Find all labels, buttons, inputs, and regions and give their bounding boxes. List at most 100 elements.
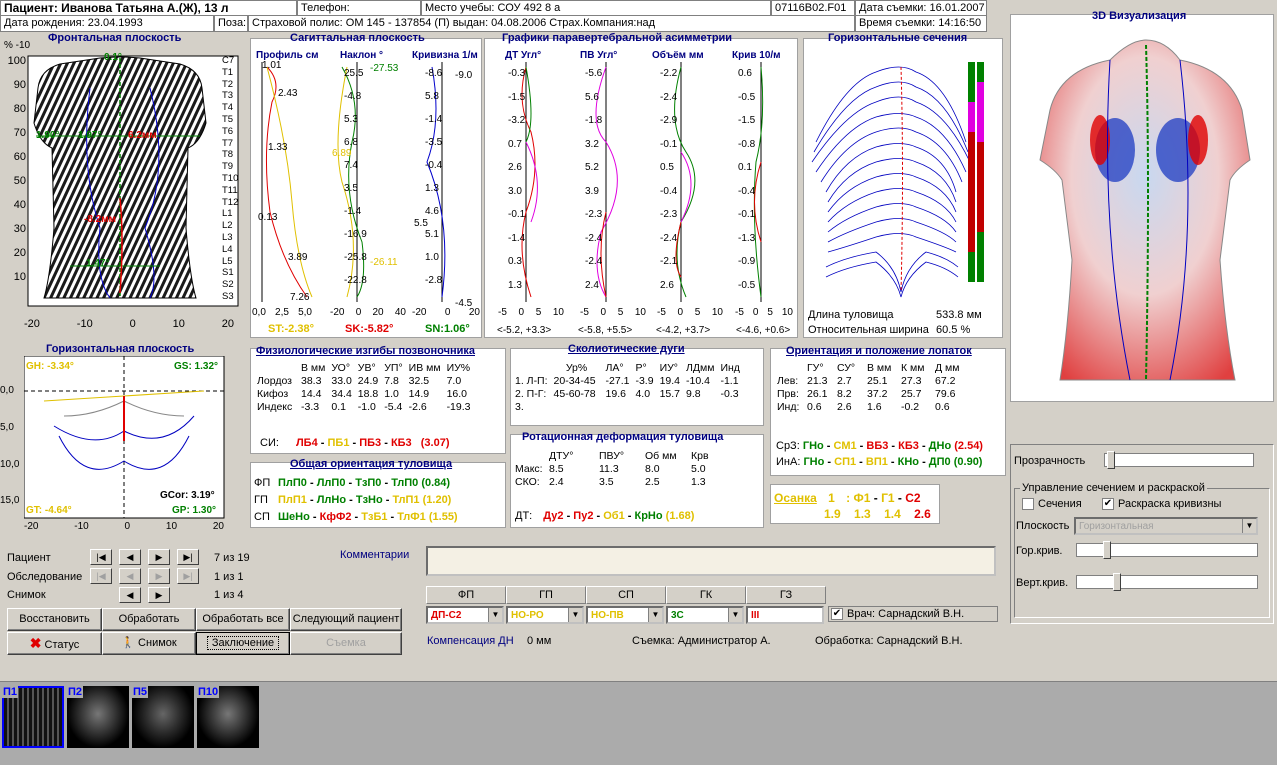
last-exam-button[interactable]: ▶|: [177, 568, 199, 584]
chevron-down-icon[interactable]: ▼: [648, 608, 662, 622]
srz-part: (2.54): [954, 440, 983, 452]
chevron-down-icon[interactable]: ▼: [568, 608, 582, 622]
prev-patient-button[interactable]: ◀: [119, 549, 141, 565]
gp-select[interactable]: НО-РО ▼: [506, 606, 584, 624]
exam-count: 1 из 1: [214, 571, 244, 583]
y-tick: 0,0: [0, 385, 14, 396]
physio-table: В мм УО° УВ° УП° ИВ мм ИУ% Лордоз 38.3 33.0 24.9…: [254, 362, 474, 414]
prev-shot-button[interactable]: ◀: [119, 587, 141, 603]
shoot-time: Время съемки: 14:16:50: [855, 15, 987, 32]
hsec-plot: [811, 62, 984, 298]
td: -3.3: [301, 401, 320, 413]
pv-col3-values: -2.2 -2.4 -2.9 -0.1 0.5 -0.4 -2.3 -2.4 -2.1 2.6: [660, 62, 677, 297]
pv-col1-xticks: -5 0 5 10: [498, 307, 564, 318]
hplane-x-ticks: -20 -10 0 10 20: [24, 521, 224, 532]
restore-button[interactable]: Восстановить: [7, 608, 102, 631]
orient-val: ТзБ1: [361, 511, 388, 523]
transparency-slider[interactable]: [1104, 451, 1254, 469]
pv-range-1: <-5.2, +3.3>: [497, 325, 552, 336]
pv-col1-title: ДТ Угл°: [505, 50, 542, 61]
sections-checkbox[interactable]: Сечения: [1022, 498, 1082, 511]
td: 2.5: [645, 476, 660, 488]
sag-value: -16.9: [344, 229, 367, 240]
shot-button[interactable]: 🚶 Снимок: [102, 632, 196, 655]
first-exam-button[interactable]: |◀: [90, 568, 112, 584]
td: 1. Л-П:: [515, 375, 548, 387]
th: [512, 450, 546, 463]
next-exam-button[interactable]: ▶: [148, 568, 170, 584]
grid-header-fp[interactable]: ФП: [426, 586, 506, 604]
prev-exam-button[interactable]: ◀: [119, 568, 141, 584]
td: 2.7: [837, 375, 852, 387]
x-tick: 5: [767, 307, 773, 318]
sp-select[interactable]: НО-ПВ ▼: [586, 606, 664, 624]
gz-field[interactable]: III: [746, 606, 824, 624]
frontal-label-mid: 1.97°: [78, 130, 102, 141]
grid-header-gz[interactable]: ГЗ: [746, 586, 826, 604]
hplane-gt: GT: -4.64°: [26, 505, 72, 516]
slider-thumb[interactable]: [1107, 451, 1115, 469]
rot-table: ДТУ° ПВУ° Об мм Крв Макс: 8.5 11.3 8.0 5.0 СКО:…: [512, 450, 712, 489]
grid-header-sp[interactable]: СП: [586, 586, 666, 604]
dt-part: Ду2: [543, 510, 564, 522]
frontal-label-right: 6.2мм: [128, 130, 157, 141]
td: 38.3: [301, 375, 322, 387]
process-all-button[interactable]: Обработать все: [196, 608, 290, 631]
slider-thumb[interactable]: [1113, 573, 1121, 591]
last-patient-button[interactable]: ▶|: [177, 549, 199, 565]
td: 8.0: [645, 463, 660, 475]
gk-select[interactable]: 3С ▼: [666, 606, 744, 624]
pv-col3-title: Объём мм: [652, 50, 704, 61]
policy: Страховой полис: ОМ 145 - 137854 (П) выд…: [248, 15, 855, 32]
vertebra: T1: [222, 66, 234, 78]
next-shot-button[interactable]: ▶: [148, 587, 170, 603]
scap-title: Ориентация и положение лопаток: [786, 345, 972, 357]
checkbox[interactable]: [1022, 498, 1034, 511]
next-patient-action-button[interactable]: Следующий пациент: [290, 608, 402, 631]
conclusion-button[interactable]: Заключение: [196, 632, 290, 655]
next-patient-button[interactable]: ▶: [148, 549, 170, 565]
first-patient-button[interactable]: |◀: [90, 549, 112, 565]
x-tick: 0: [600, 307, 607, 318]
chevron-down-icon[interactable]: ▼: [728, 608, 742, 622]
td: 32.5: [408, 375, 430, 387]
sag-value: 3.5: [344, 183, 358, 194]
sag-col2-extra-1: 6.89: [332, 148, 352, 159]
viz3d-title: 3D Визуализация: [1092, 10, 1187, 22]
thumbnail-label: П2: [67, 686, 84, 698]
th: ИУ°: [659, 362, 678, 374]
pv-value: -5.6: [585, 68, 603, 79]
chevron-down-icon[interactable]: ▼: [488, 608, 502, 622]
sagittal-title: Сагиттальная плоскость: [290, 32, 425, 44]
frontal-label-left: 1.90°: [36, 130, 60, 141]
x-tick: 10: [165, 521, 178, 532]
capture-button[interactable]: Съемка: [290, 632, 402, 655]
vert-curv-slider[interactable]: [1076, 573, 1258, 591]
coloring-checkbox[interactable]: ✔ Раскраска кривизны: [1102, 498, 1221, 511]
vertebra: T8: [222, 149, 234, 161]
x-tick: 0,0: [252, 307, 266, 318]
ina-part: КНо: [897, 456, 920, 468]
vertebra: L1: [222, 208, 233, 220]
td: Прв:: [777, 388, 799, 400]
fp-select[interactable]: ДП-С2 ▼: [426, 606, 504, 624]
grid-header-gp[interactable]: ГП: [506, 586, 586, 604]
pv-value: -0.4: [738, 185, 756, 197]
x-tick: 20: [372, 307, 384, 318]
comments-field[interactable]: [426, 546, 996, 576]
sag-sn: SN:1.06°: [425, 323, 470, 335]
checkbox[interactable]: ✔: [1102, 498, 1114, 511]
hor-curv-slider[interactable]: [1076, 541, 1258, 559]
x-tick: 5: [535, 307, 542, 318]
td: 3.5: [599, 476, 614, 488]
srz-part: СМ1: [833, 440, 857, 452]
checkbox[interactable]: ✔: [831, 608, 843, 621]
chevron-down-icon[interactable]: ▼: [1242, 519, 1256, 533]
grid-header-gk[interactable]: ГК: [666, 586, 746, 604]
slider-thumb[interactable]: [1103, 541, 1111, 559]
x-tick: 10: [552, 307, 564, 318]
status-button[interactable]: ✖ Статус: [7, 632, 102, 655]
plane-select[interactable]: Горизонтальная ▼: [1074, 517, 1258, 535]
process-button[interactable]: Обработать: [102, 608, 196, 631]
doctor-checkbox[interactable]: ✔ Врач: Сарнадский В.Н.: [828, 606, 998, 623]
